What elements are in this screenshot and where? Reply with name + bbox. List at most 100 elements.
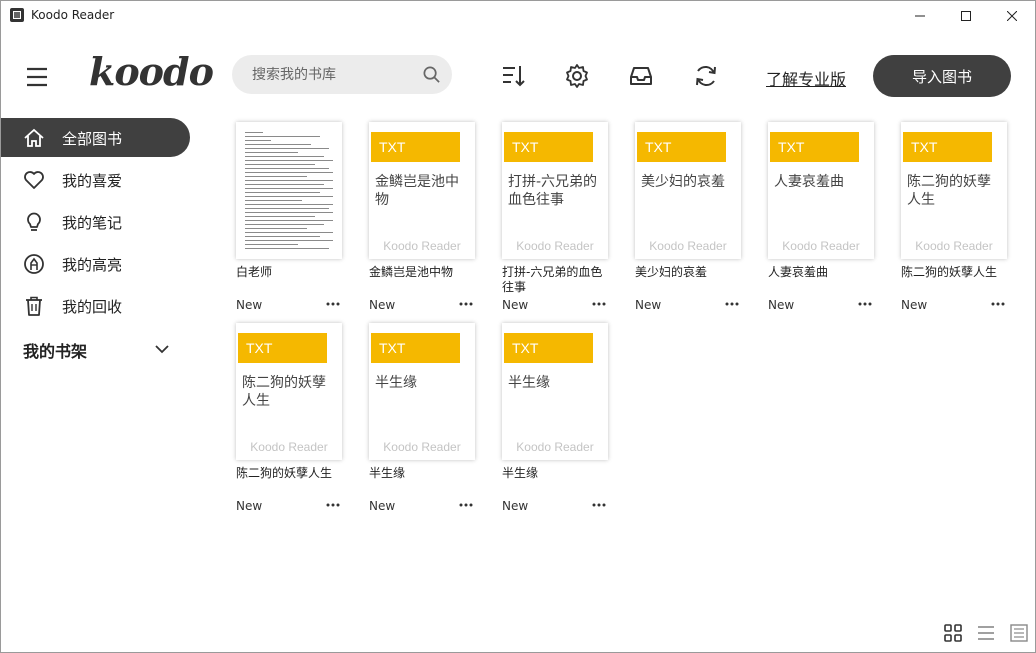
- bookshelf-title[interactable]: 我的书架: [23, 338, 87, 362]
- book-cover[interactable]: TXT 打拼-六兄弟的血色往事 Koodo Reader: [502, 122, 608, 259]
- hamburger-menu-icon[interactable]: [25, 65, 49, 89]
- file-type-badge: TXT: [371, 132, 460, 162]
- more-options-icon[interactable]: [724, 297, 740, 311]
- cover-brand: Koodo Reader: [782, 239, 860, 253]
- highlighter-icon: [24, 254, 44, 274]
- list-view-icon[interactable]: [976, 623, 996, 643]
- file-type-badge: TXT: [371, 333, 460, 363]
- book-status: New: [768, 298, 795, 312]
- cover-brand: Koodo Reader: [250, 440, 328, 454]
- cover-title: 半生缘: [508, 375, 550, 391]
- import-books-button[interactable]: 导入图书: [873, 55, 1011, 97]
- sidebar-item-notes[interactable]: 我的笔记: [1, 202, 190, 241]
- book-cover[interactable]: TXT 金鳞岂是池中物 Koodo Reader: [369, 122, 475, 259]
- book-title: 白老师: [236, 265, 273, 279]
- document-preview: [245, 132, 333, 252]
- minimize-icon: [915, 15, 925, 17]
- cover-title: 美少妇的哀羞: [641, 174, 725, 190]
- sync-icon[interactable]: [693, 63, 719, 89]
- sidebar-item-label: 全部图书: [62, 130, 123, 148]
- book-card[interactable]: TXT 陈二狗的妖孽人生 Koodo Reader 陈二狗的妖孽人生 New: [236, 323, 369, 523]
- sidebar-item-label: 我的笔记: [62, 214, 123, 232]
- book-title: 人妻哀羞曲: [768, 265, 829, 279]
- cover-title: 陈二狗的妖孽人生: [242, 375, 326, 409]
- book-status: New: [901, 298, 928, 312]
- more-options-icon[interactable]: [857, 297, 873, 311]
- more-options-icon[interactable]: [591, 297, 607, 311]
- search-icon[interactable]: [422, 65, 441, 84]
- close-button[interactable]: [989, 1, 1035, 31]
- minimize-button[interactable]: [897, 1, 943, 31]
- book-cover[interactable]: TXT 半生缘 Koodo Reader: [502, 323, 608, 460]
- file-type-badge: TXT: [903, 132, 992, 162]
- book-card[interactable]: TXT 金鳞岂是池中物 Koodo Reader 金鳞岂是池中物 New: [369, 122, 502, 322]
- cover-brand: Koodo Reader: [649, 239, 727, 253]
- more-options-icon[interactable]: [458, 297, 474, 311]
- file-type-badge: TXT: [504, 333, 593, 363]
- more-options-icon[interactable]: [325, 297, 341, 311]
- file-type-badge: TXT: [238, 333, 327, 363]
- sidebar-item-label: 我的喜爱: [62, 172, 123, 190]
- sidebar-item-all-books[interactable]: 全部图书: [1, 118, 190, 157]
- cover-title: 人妻哀羞曲: [774, 174, 844, 190]
- window-title: Koodo Reader: [31, 8, 115, 22]
- more-options-icon[interactable]: [990, 297, 1006, 311]
- book-title: 打拼-六兄弟的血色往事: [502, 265, 603, 294]
- sidebar-item-favorites[interactable]: 我的喜爱: [1, 160, 190, 199]
- app-icon: [10, 8, 24, 22]
- search-bar: [232, 55, 452, 94]
- book-cover[interactable]: TXT 陈二狗的妖孽人生 Koodo Reader: [236, 323, 342, 460]
- book-status: New: [369, 298, 396, 312]
- cover-brand: Koodo Reader: [915, 239, 993, 253]
- book-status: New: [236, 499, 263, 513]
- sidebar-item-trash[interactable]: 我的回收: [1, 286, 190, 325]
- book-status: New: [635, 298, 662, 312]
- search-input[interactable]: [232, 55, 432, 94]
- file-type-badge: TXT: [770, 132, 859, 162]
- cover-title: 打拼-六兄弟的血色往事: [508, 174, 598, 208]
- book-status: New: [369, 499, 396, 513]
- book-title: 美少妇的哀羞: [635, 265, 708, 279]
- cover-list-view-icon[interactable]: [1009, 623, 1029, 643]
- book-title: 陈二狗的妖孽人生: [901, 265, 998, 279]
- book-cover[interactable]: TXT 陈二狗的妖孽人生 Koodo Reader: [901, 122, 1007, 259]
- title-bar: Koodo Reader: [1, 1, 1035, 31]
- book-card[interactable]: TXT 半生缘 Koodo Reader 半生缘 New: [502, 323, 635, 523]
- book-card[interactable]: TXT 人妻哀羞曲 Koodo Reader 人妻哀羞曲 New: [768, 122, 901, 322]
- maximize-icon: [961, 11, 971, 21]
- book-card[interactable]: TXT 打拼-六兄弟的血色往事 Koodo Reader 打拼-六兄弟的血色往事…: [502, 122, 635, 322]
- book-title: 陈二狗的妖孽人生: [236, 466, 333, 480]
- book-cover[interactable]: TXT 半生缘 Koodo Reader: [369, 323, 475, 460]
- chevron-down-icon[interactable]: [153, 340, 171, 358]
- cover-brand: Koodo Reader: [383, 440, 461, 454]
- sidebar-item-highlights[interactable]: 我的高亮: [1, 244, 190, 283]
- cover-brand: Koodo Reader: [516, 239, 594, 253]
- book-cover[interactable]: [236, 122, 342, 259]
- sort-icon[interactable]: [500, 63, 526, 89]
- book-status: New: [236, 298, 263, 312]
- heart-icon: [24, 171, 44, 189]
- more-options-icon[interactable]: [591, 498, 607, 512]
- learn-pro-link[interactable]: 了解专业版: [766, 66, 846, 90]
- trash-icon: [26, 296, 42, 316]
- book-card[interactable]: TXT 陈二狗的妖孽人生 Koodo Reader 陈二狗的妖孽人生 New: [901, 122, 1034, 322]
- file-type-badge: TXT: [504, 132, 593, 162]
- maximize-button[interactable]: [943, 1, 989, 31]
- book-card[interactable]: 白老师 New: [236, 122, 369, 322]
- more-options-icon[interactable]: [325, 498, 341, 512]
- book-status: New: [502, 499, 529, 513]
- close-icon: [1007, 11, 1017, 21]
- book-cover[interactable]: TXT 人妻哀羞曲 Koodo Reader: [768, 122, 874, 259]
- grid-view-icon[interactable]: [943, 623, 963, 643]
- book-card[interactable]: TXT 美少妇的哀羞 Koodo Reader 美少妇的哀羞 New: [635, 122, 768, 322]
- cover-title: 陈二狗的妖孽人生: [907, 174, 991, 208]
- book-title: 半生缘: [369, 466, 406, 480]
- more-options-icon[interactable]: [458, 498, 474, 512]
- book-cover[interactable]: TXT 美少妇的哀羞 Koodo Reader: [635, 122, 741, 259]
- app-logo: koodo: [89, 49, 214, 94]
- inbox-icon[interactable]: [628, 63, 654, 89]
- book-card[interactable]: TXT 半生缘 Koodo Reader 半生缘 New: [369, 323, 502, 523]
- settings-gear-icon[interactable]: [564, 63, 590, 89]
- cover-title: 半生缘: [375, 375, 417, 391]
- book-title: 半生缘: [502, 466, 539, 480]
